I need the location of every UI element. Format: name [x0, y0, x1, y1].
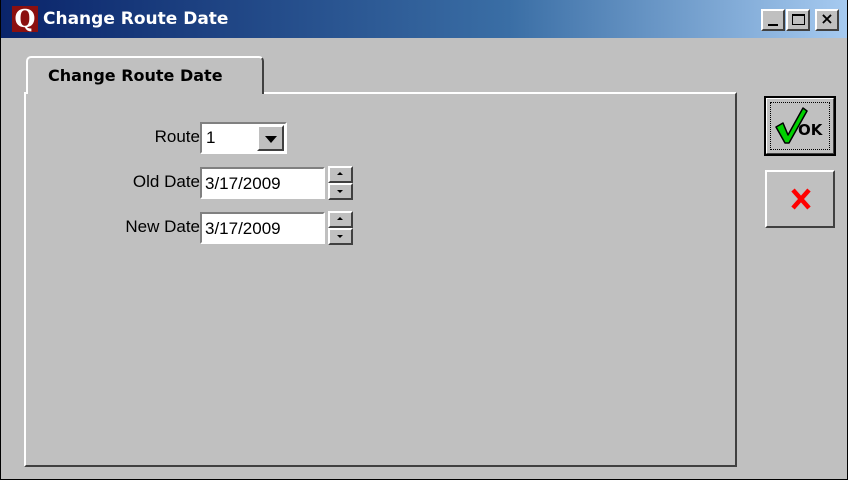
cancel-button[interactable] [765, 170, 835, 228]
new-date-spinner[interactable] [328, 211, 353, 245]
arrow-down-icon [337, 235, 343, 238]
x-icon [791, 188, 811, 210]
maximize-button[interactable] [786, 9, 810, 31]
new-date-increment-button[interactable] [328, 211, 353, 228]
tab-change-route-date[interactable]: Change Route Date [26, 56, 264, 94]
new-date-decrement-button[interactable] [328, 228, 353, 245]
app-icon: Q [12, 6, 38, 32]
tab-panel [24, 92, 737, 467]
arrow-down-icon [337, 190, 343, 193]
route-select[interactable]: 1 [200, 122, 287, 154]
old-date-spinner[interactable] [328, 166, 353, 200]
new-date-field[interactable]: 3/17/2009 [200, 212, 325, 244]
tab-label: Change Route Date [48, 66, 223, 85]
minimize-button[interactable] [761, 9, 785, 31]
close-button[interactable]: × [815, 9, 839, 31]
maximize-icon [792, 14, 805, 25]
route-select-value: 1 [206, 128, 216, 147]
old-date-decrement-button[interactable] [328, 183, 353, 200]
ok-button-label: OK [798, 121, 823, 139]
arrow-up-icon [337, 217, 343, 220]
close-icon: × [820, 9, 834, 28]
title-bar[interactable]: Q Change Route Date × [1, 0, 847, 38]
old-date-field[interactable]: 3/17/2009 [200, 167, 325, 199]
window-title: Change Route Date [43, 9, 229, 29]
old-date-increment-button[interactable] [328, 166, 353, 183]
old-date-value: 3/17/2009 [205, 174, 281, 193]
change-route-date-window: Q Change Route Date × Change Route Date … [0, 0, 848, 480]
chevron-down-icon [265, 136, 277, 143]
route-label: Route [154, 127, 200, 146]
route-dropdown-button[interactable] [257, 125, 284, 151]
ok-button[interactable]: OK [764, 96, 836, 156]
new-date-value: 3/17/2009 [205, 219, 281, 238]
arrow-up-icon [337, 172, 343, 175]
new-date-label: New Date [125, 217, 200, 236]
old-date-label: Old Date [132, 172, 200, 191]
minimize-icon [768, 24, 778, 26]
